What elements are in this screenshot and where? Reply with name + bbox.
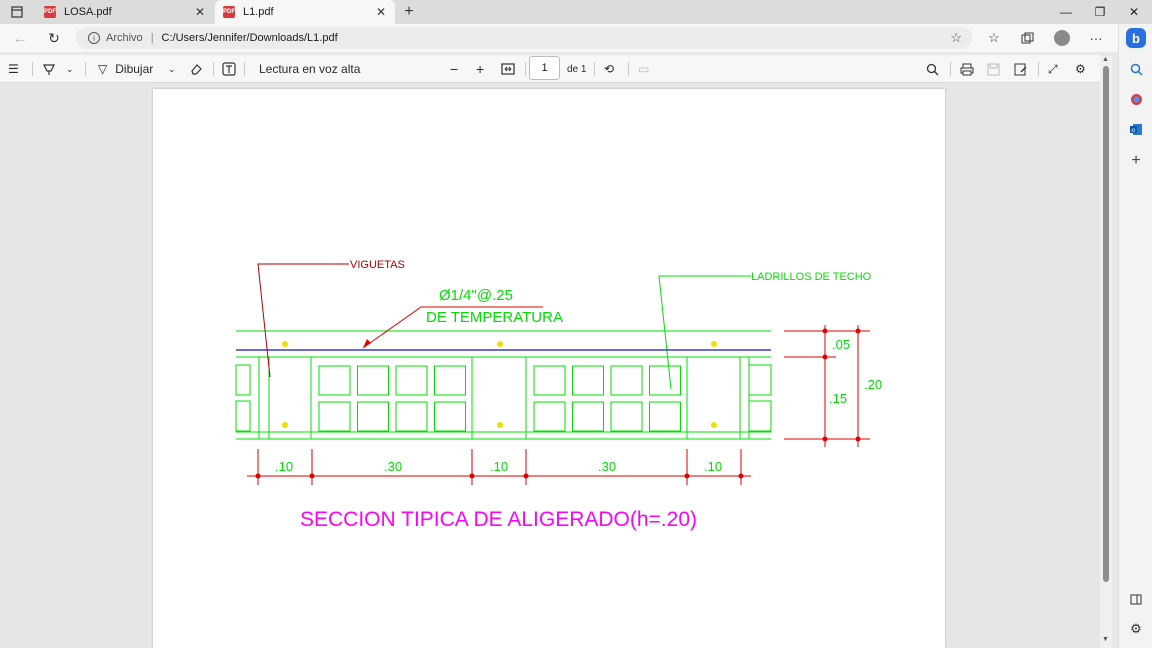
tab-actions-icon[interactable] — [6, 3, 28, 21]
dim-bottom: .10 — [275, 459, 293, 474]
url-scheme: Archivo — [106, 32, 143, 44]
scroll-down-icon[interactable]: ▼ — [1102, 636, 1109, 643]
brick-cell — [610, 401, 643, 432]
fullscreen-icon[interactable]: ⤢ — [1048, 59, 1058, 79]
settings-icon[interactable]: ⚙ — [1075, 59, 1086, 79]
chevron-down-icon[interactable]: ⌄ — [66, 59, 74, 79]
collections-icon[interactable] — [1017, 28, 1037, 48]
search-icon[interactable] — [1127, 60, 1145, 78]
brick-cell — [395, 365, 428, 396]
chevron-down-icon[interactable]: ⌄ — [168, 59, 176, 79]
brick-cell — [649, 365, 681, 396]
brick-cell — [357, 401, 389, 432]
fit-width-icon[interactable] — [501, 59, 515, 79]
read-aloud-button[interactable]: Lectura en voz alta — [259, 59, 360, 79]
split-screen-icon[interactable] — [1127, 590, 1145, 608]
url-text: C:/Users/Jennifer/Downloads/L1.pdf — [161, 32, 338, 44]
dim-bottom: .30 — [598, 459, 616, 474]
info-icon[interactable]: i — [88, 32, 100, 44]
label-temperatura: DE TEMPERATURA — [426, 309, 563, 326]
close-window-icon[interactable]: ✕ — [1117, 0, 1151, 24]
pdf-icon: PDF — [223, 6, 235, 18]
dim-bottom: .10 — [704, 459, 722, 474]
label-ladrillos: LADRILLOS DE TECHO — [751, 271, 872, 283]
drawing-title: SECCION TIPICA DE ALIGERADO(h=.20) — [300, 508, 697, 531]
brick-cell — [572, 401, 604, 432]
pdf-icon: PDF — [44, 6, 56, 18]
add-favorite-icon[interactable]: ☆ — [950, 30, 962, 46]
dim-bottom: .30 — [384, 459, 402, 474]
office-icon[interactable] — [1127, 90, 1145, 108]
url-field[interactable]: i Archivo | C:/Users/Jennifer/Downloads/… — [76, 27, 972, 49]
edge-sidebar: b o + ⚙ — [1118, 24, 1152, 648]
more-icon[interactable]: ··· — [1086, 28, 1106, 48]
tab-losa[interactable]: PDF LOSA.pdf ✕ — [36, 0, 214, 24]
outlook-icon[interactable]: o — [1127, 120, 1145, 138]
tab-title: LOSA.pdf — [64, 6, 112, 18]
zoom-out-icon[interactable]: − — [450, 59, 458, 79]
address-bar: ← ↻ i Archivo | C:/Users/Jennifer/Downlo… — [0, 24, 1118, 52]
dim-top: .05 — [832, 337, 850, 352]
tab-l1[interactable]: PDF L1.pdf ✕ — [215, 0, 395, 24]
restore-icon[interactable]: ❐ — [1083, 0, 1117, 24]
settings-icon[interactable]: ⚙ — [1127, 620, 1145, 638]
dim-bottom: .10 — [490, 459, 508, 474]
slab-section-drawing: VIGUETAS LADRILLOS DE TECHO Ø1/4"@.25 DE… — [235, 259, 882, 531]
svg-text:o: o — [1132, 127, 1136, 134]
page-number-input[interactable]: 1 — [529, 56, 560, 80]
brick-cell — [318, 401, 351, 432]
profile-avatar[interactable] — [1054, 30, 1070, 46]
brick-cell — [395, 401, 428, 432]
dim-total: .20 — [864, 377, 882, 392]
minimize-icon[interactable]: — — [1049, 0, 1083, 24]
url-separator: | — [150, 32, 154, 44]
search-icon[interactable] — [926, 59, 939, 79]
highlight-icon[interactable] — [42, 59, 56, 79]
tab-title: L1.pdf — [243, 6, 274, 18]
page-total: de 1 — [567, 63, 587, 75]
brick-cell — [434, 365, 466, 396]
favorites-icon[interactable]: ☆ — [984, 28, 1004, 48]
scrollbar[interactable]: ▲ ▼ — [1100, 56, 1112, 648]
label-viguetas: VIGUETAS — [350, 259, 405, 271]
text-box-icon[interactable] — [222, 59, 236, 79]
label-bar: Ø1/4"@.25 — [439, 287, 513, 304]
scroll-thumb[interactable] — [1103, 66, 1109, 582]
brick-cell — [649, 401, 681, 432]
dim-mid: .15 — [829, 391, 847, 406]
brick-cell — [434, 401, 466, 432]
close-icon[interactable]: ✕ — [373, 4, 389, 20]
brick-cell — [357, 365, 389, 396]
print-icon[interactable] — [960, 59, 974, 79]
brick-cell — [572, 365, 604, 396]
save-icon[interactable] — [987, 59, 1000, 79]
back-icon[interactable]: ← — [10, 28, 30, 48]
zoom-in-icon[interactable]: + — [476, 59, 484, 79]
add-icon[interactable]: + — [1127, 152, 1145, 170]
brick-cell — [533, 401, 566, 432]
draw-icon: ▽ — [98, 62, 108, 76]
page-view-icon[interactable]: ▭ — [638, 59, 649, 79]
new-tab-icon[interactable]: + — [400, 3, 418, 21]
save-as-icon[interactable] — [1014, 59, 1028, 79]
close-icon[interactable]: ✕ — [192, 4, 208, 20]
brick-cell — [318, 365, 351, 396]
scroll-up-icon[interactable]: ▲ — [1102, 56, 1109, 63]
brick-cell — [533, 365, 566, 396]
rotate-icon[interactable]: ⟲ — [604, 59, 614, 79]
draw-label: Dibujar — [115, 62, 154, 76]
draw-button[interactable]: ▽ Dibujar — [98, 59, 153, 79]
brick-cell — [610, 365, 643, 396]
pdf-page: VIGUETAS LADRILLOS DE TECHO Ø1/4"@.25 DE… — [153, 89, 945, 648]
eraser-icon[interactable] — [189, 59, 203, 79]
contents-icon[interactable]: ☰ — [8, 59, 19, 79]
refresh-icon[interactable]: ↻ — [44, 28, 64, 48]
bing-copilot-icon[interactable]: b — [1126, 28, 1146, 48]
tab-bar: PDF LOSA.pdf ✕ PDF L1.pdf ✕ + — ❐ ✕ — [0, 0, 1152, 24]
